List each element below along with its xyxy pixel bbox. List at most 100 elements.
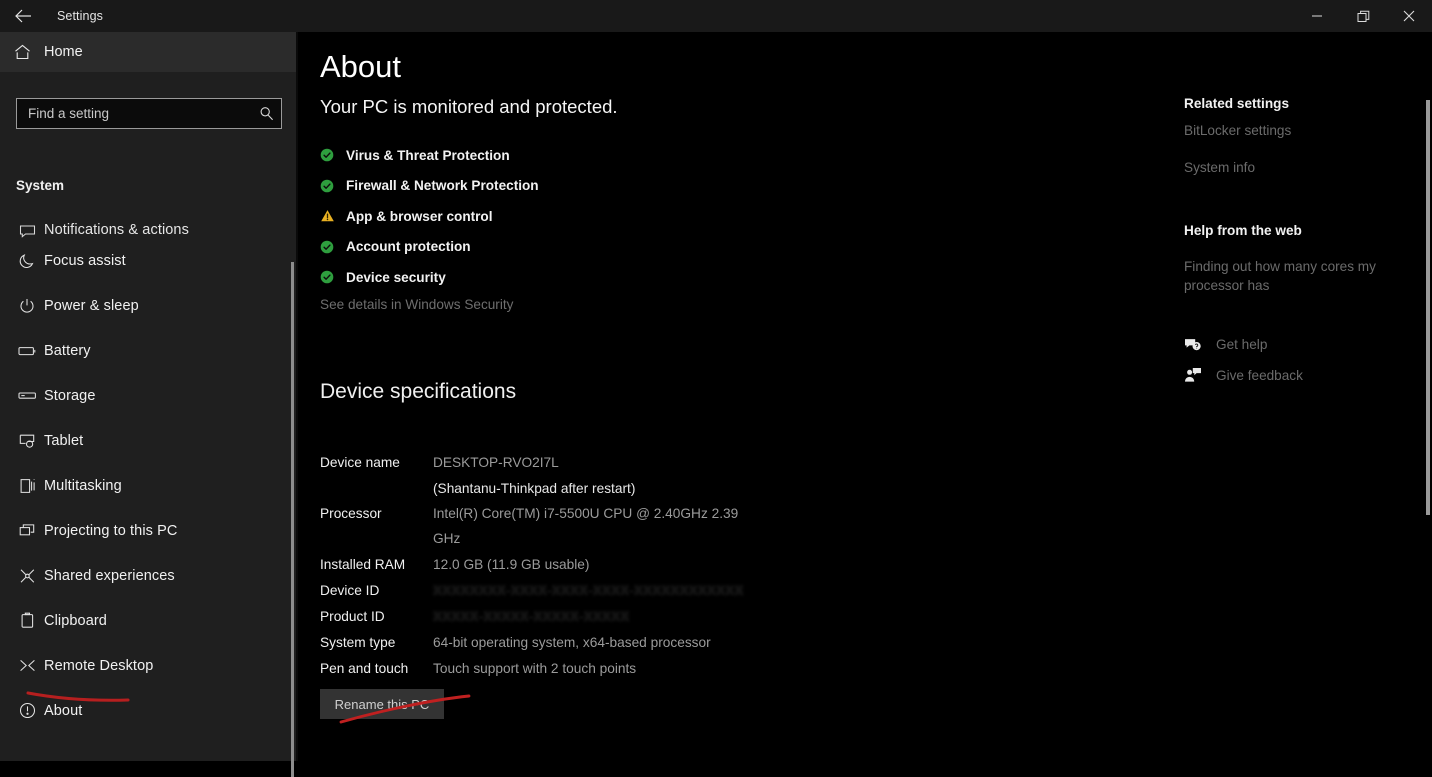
multitasking-icon: [10, 478, 44, 494]
sidebar-scrollbar[interactable]: [291, 262, 294, 777]
remote-desktop-icon: [10, 658, 44, 673]
search-input[interactable]: [17, 99, 251, 128]
search-box[interactable]: [16, 98, 282, 129]
sidebar-item-clipboard[interactable]: Clipboard: [0, 598, 298, 643]
storage-icon: [10, 390, 44, 401]
sidebar-item-projecting-to-this-pc[interactable]: Projecting to this PC: [0, 508, 298, 553]
spec-value-redacted: XXXXXXXX-XXXX-XXXX-XXXX-XXXXXXXXXXXX: [433, 583, 744, 598]
sidebar-item-label: Shared experiences: [44, 567, 175, 584]
security-item-label: Device security: [346, 269, 446, 285]
spec-value: 12.0 GB (11.9 GB usable): [433, 557, 590, 572]
security-status-list: Virus & Threat Protection Firewall & Net…: [320, 140, 840, 293]
sidebar-item-label: Remote Desktop: [44, 657, 154, 674]
search-icon[interactable]: [251, 106, 281, 121]
page-title: About: [320, 49, 402, 84]
spec-row-device-id: Device ID XXXXXXXX-XXXX-XXXX-XXXX-XXXXXX…: [320, 578, 1020, 603]
sidebar-item-about[interactable]: About: [0, 688, 298, 733]
sidebar-item-storage[interactable]: Storage: [0, 373, 298, 418]
link-bitlocker-settings[interactable]: BitLocker settings: [1184, 123, 1291, 138]
security-item-account-protection[interactable]: Account protection: [320, 232, 840, 263]
sidebar-item-home[interactable]: Home: [0, 32, 298, 72]
related-settings-title: Related settings: [1184, 96, 1289, 111]
window-title-bar: Settings: [0, 0, 1432, 32]
security-item-label: Firewall & Network Protection: [346, 178, 539, 194]
sidebar-item-remote-desktop[interactable]: Remote Desktop: [0, 643, 298, 688]
spec-value: Touch support with 2 touch points: [433, 661, 637, 676]
security-item-firewall-network-protection[interactable]: Firewall & Network Protection: [320, 171, 840, 202]
sidebar-item-notifications-actions[interactable]: Notifications & actions: [0, 204, 298, 238]
security-item-label: Virus & Threat Protection: [346, 147, 510, 163]
clipboard-icon: [10, 612, 44, 629]
security-item-label: Account protection: [346, 239, 471, 255]
sidebar-item-label: Storage: [44, 387, 96, 404]
app-title: Settings: [57, 9, 103, 23]
rename-this-pc-button[interactable]: Rename this PC: [320, 689, 444, 719]
spec-value: Intel(R) Core(TM) i7-5500U CPU @ 2.40GHz…: [433, 506, 739, 546]
close-button[interactable]: [1386, 0, 1432, 32]
sidebar-item-label: Focus assist: [44, 252, 126, 269]
battery-icon: [10, 345, 44, 357]
status-warning-icon: [320, 209, 346, 223]
status-ok-icon: [320, 240, 346, 254]
sidebar-item-multitasking[interactable]: Multitasking: [0, 463, 298, 508]
get-help-action[interactable]: Get help: [1184, 337, 1267, 352]
shared-experiences-icon: [10, 568, 44, 584]
sidebar-nav-list: Notifications & actions Focus assist Pow…: [0, 204, 298, 761]
pc-status-text: Your PC is monitored and protected.: [320, 96, 618, 117]
maximize-restore-button[interactable]: [1340, 0, 1386, 32]
status-ok-icon: [320, 179, 346, 193]
status-ok-icon: [320, 270, 346, 284]
spec-key: Product ID: [320, 609, 385, 624]
get-help-label: Get help: [1216, 337, 1268, 352]
spec-row-processor: Processor Intel(R) Core(TM) i7-5500U CPU…: [320, 501, 1020, 551]
spec-row-product-id: Product ID XXXXX-XXXXX-XXXXX-XXXXX: [320, 604, 1020, 629]
sidebar-item-label: Multitasking: [44, 477, 122, 494]
main-content: About Your PC is monitored and protected…: [298, 32, 1432, 761]
spec-key: Device ID: [320, 583, 380, 598]
sidebar-item-label: Clipboard: [44, 612, 107, 629]
spec-value-device-name-note: (Shantanu-Thinkpad after restart): [433, 481, 636, 496]
give-feedback-label: Give feedback: [1216, 367, 1303, 383]
security-item-virus-threat-protection[interactable]: Virus & Threat Protection: [320, 140, 840, 171]
spec-key: Processor: [320, 506, 382, 521]
device-specifications-title: Device specifications: [320, 380, 517, 403]
sidebar-item-label: Notifications & actions: [44, 222, 189, 238]
security-item-app-browser-control[interactable]: App & browser control: [320, 201, 840, 232]
back-button[interactable]: [0, 0, 46, 32]
give-feedback-action[interactable]: Give feedback: [1184, 367, 1303, 383]
see-details-link[interactable]: See details in Windows Security: [320, 297, 513, 312]
spec-key: System type: [320, 635, 396, 650]
sidebar-item-tablet[interactable]: Tablet: [0, 418, 298, 463]
security-item-label: App & browser control: [346, 208, 493, 224]
device-specifications-table: Device name DESKTOP-RVO2I7L (Shantanu-Th…: [320, 450, 1020, 682]
sidebar-item-focus-assist[interactable]: Focus assist: [0, 238, 298, 283]
link-finding-cores[interactable]: Finding out how many cores my processor …: [1184, 257, 1394, 295]
projecting-icon: [10, 523, 44, 538]
main-scrollbar[interactable]: [1426, 100, 1430, 515]
sidebar-item-label: Projecting to this PC: [44, 522, 178, 539]
minimize-button[interactable]: [1294, 0, 1340, 32]
notifications-icon: [10, 223, 44, 238]
sidebar-item-label: Power & sleep: [44, 297, 139, 314]
spec-row-pen-and-touch: Pen and touch Touch support with 2 touch…: [320, 656, 1020, 681]
sidebar-item-battery[interactable]: Battery: [0, 328, 298, 373]
spec-row-device-name: Device name DESKTOP-RVO2I7L: [320, 450, 1020, 475]
spec-key: Installed RAM: [320, 557, 406, 572]
sidebar-item-power-sleep[interactable]: Power & sleep: [0, 283, 298, 328]
help-from-the-web-title: Help from the web: [1184, 223, 1302, 238]
security-item-device-security[interactable]: Device security: [320, 262, 840, 293]
spec-value-redacted: XXXXX-XXXXX-XXXXX-XXXXX: [433, 609, 630, 624]
spec-key: Pen and touch: [320, 661, 409, 676]
sidebar-group-title: System: [16, 178, 65, 193]
spec-row-system-type: System type 64-bit operating system, x64…: [320, 630, 1020, 655]
spec-row-installed-ram: Installed RAM 12.0 GB (11.9 GB usable): [320, 552, 1020, 577]
link-system-info[interactable]: System info: [1184, 160, 1255, 175]
status-ok-icon: [320, 148, 346, 162]
moon-icon: [10, 253, 44, 269]
sidebar-item-shared-experiences[interactable]: Shared experiences: [0, 553, 298, 598]
settings-sidebar: Home System Notifications & actions: [0, 32, 298, 777]
info-icon: [10, 702, 44, 719]
power-icon: [10, 298, 44, 314]
sidebar-item-label-home: Home: [44, 44, 83, 60]
spec-value: DESKTOP-RVO2I7L: [433, 455, 559, 470]
